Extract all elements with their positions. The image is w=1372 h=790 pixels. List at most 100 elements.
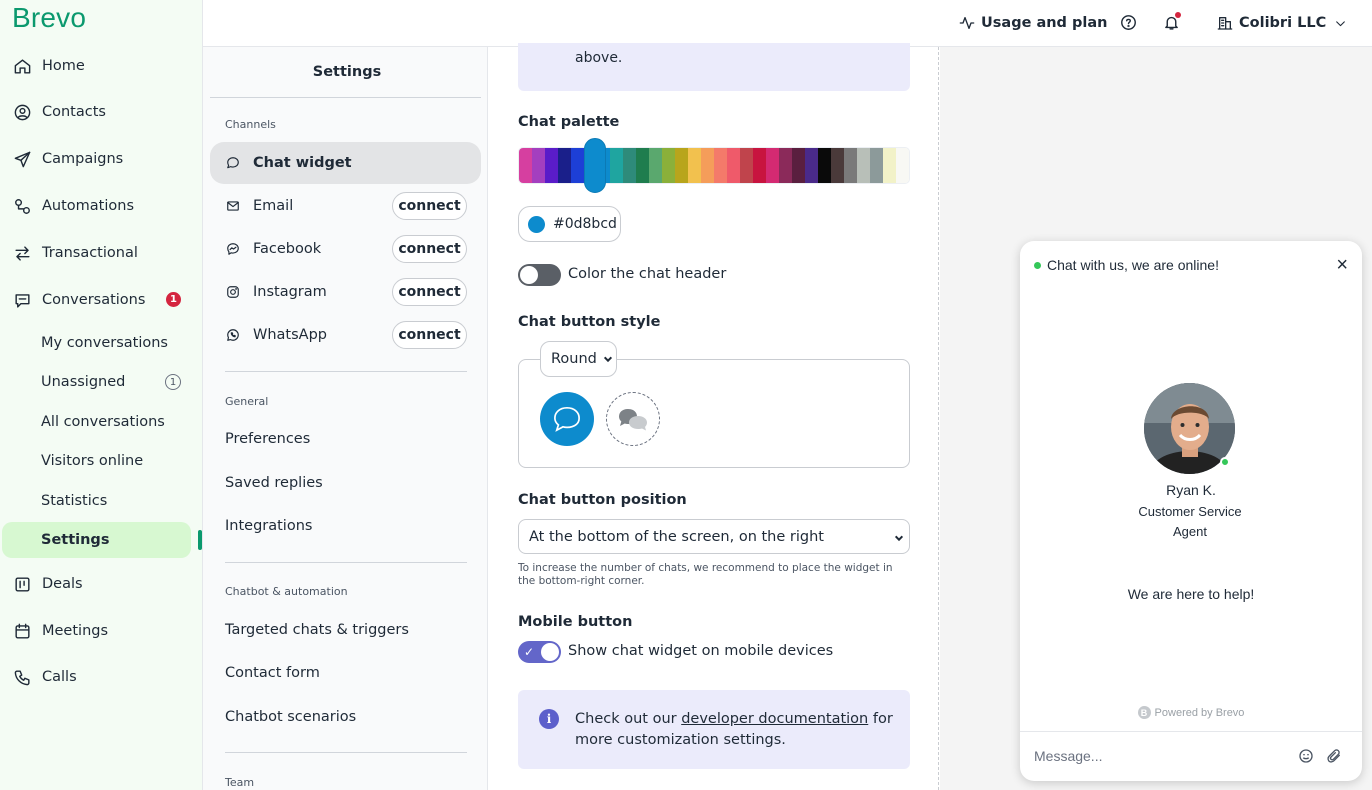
emoji-icon[interactable] xyxy=(1298,748,1314,764)
palette-swatch[interactable] xyxy=(662,148,675,183)
help-icon[interactable] xyxy=(1119,13,1137,31)
nav-label: Campaigns xyxy=(42,151,124,167)
color-header-toggle[interactable] xyxy=(518,264,561,286)
nav-home[interactable]: Home xyxy=(0,48,203,84)
close-icon[interactable]: × xyxy=(1336,255,1348,275)
button-style-value: Round xyxy=(551,351,597,367)
nav-meetings[interactable]: Meetings xyxy=(0,613,203,649)
palette-swatch[interactable] xyxy=(545,148,558,183)
help-text: We are here to help! xyxy=(1127,586,1255,602)
speech-bubble-icon xyxy=(554,406,580,432)
button-style-select[interactable]: Round xyxy=(540,341,617,377)
nav-label: Automations xyxy=(42,198,135,214)
palette-swatch[interactable] xyxy=(623,148,636,183)
nav-contacts[interactable]: Contacts xyxy=(0,94,203,130)
palette-swatch[interactable] xyxy=(532,148,545,183)
palette-swatch[interactable] xyxy=(714,148,727,183)
toggle-knob xyxy=(541,643,559,661)
settings-chatbot-scenarios[interactable]: Chatbot scenarios xyxy=(225,709,356,725)
arrows-icon xyxy=(12,243,32,263)
activity-icon xyxy=(959,17,975,29)
nav-transactional[interactable]: Transactional xyxy=(0,235,203,271)
chatbot-label: Chatbot & automation xyxy=(225,585,348,598)
palette-swatch[interactable] xyxy=(831,148,844,183)
channels-label: Channels xyxy=(225,118,276,131)
button-position-label: Chat button position xyxy=(518,492,687,508)
settings-preferences[interactable]: Preferences xyxy=(225,431,310,447)
nav-my-conversations[interactable]: My conversations xyxy=(0,325,203,361)
settings-saved-replies[interactable]: Saved replies xyxy=(225,475,323,491)
nav-visitors-online[interactable]: Visitors online xyxy=(0,443,203,479)
palette-swatch[interactable] xyxy=(688,148,701,183)
nav-label: Transactional xyxy=(42,245,138,261)
nav-calls[interactable]: Calls xyxy=(0,659,203,695)
palette-swatch[interactable] xyxy=(610,148,623,183)
nav-deals[interactable]: Deals xyxy=(0,566,203,602)
palette-swatch[interactable] xyxy=(779,148,792,183)
palette-swatch[interactable] xyxy=(701,148,714,183)
chat-palette[interactable] xyxy=(518,147,910,184)
palette-swatch[interactable] xyxy=(805,148,818,183)
account-menu[interactable]: Colibri LLC xyxy=(1217,12,1347,34)
palette-swatch[interactable] xyxy=(571,148,584,183)
chat-bubble-icon xyxy=(225,156,240,171)
palette-swatch[interactable] xyxy=(870,148,883,183)
online-dot xyxy=(1034,261,1041,269)
developer-documentation-link[interactable]: developer documentation xyxy=(681,711,868,727)
developer-docs-text: Check out our developer documentation fo… xyxy=(575,709,895,751)
channel-label: Email xyxy=(253,198,294,214)
palette-swatch[interactable] xyxy=(818,148,831,183)
mobile-widget-toggle[interactable]: ✓ xyxy=(518,641,561,663)
chevron-down-icon xyxy=(894,535,904,542)
usage-and-plan-button[interactable]: Usage and plan xyxy=(959,12,1107,34)
notifications-icon[interactable] xyxy=(1162,12,1181,31)
color-hex-value: #0d8bcd xyxy=(553,216,617,232)
nav-campaigns[interactable]: Campaigns xyxy=(0,141,203,177)
chat-button-round-option[interactable] xyxy=(540,392,594,446)
palette-slider-handle[interactable] xyxy=(584,138,606,193)
docs-prefix: Check out our xyxy=(575,711,682,727)
deals-icon xyxy=(12,574,32,594)
palette-swatch[interactable] xyxy=(753,148,766,183)
usage-label: Usage and plan xyxy=(981,15,1108,31)
nav-label: Meetings xyxy=(42,623,109,639)
brevo-logo[interactable]: Brevo xyxy=(12,2,86,34)
nav-all-conversations[interactable]: All conversations xyxy=(0,404,203,440)
channel-chat-widget[interactable]: Chat widget xyxy=(210,142,481,184)
divider xyxy=(225,371,467,372)
palette-swatch[interactable] xyxy=(740,148,753,183)
palette-swatch[interactable] xyxy=(896,148,909,183)
palette-swatch[interactable] xyxy=(857,148,870,183)
palette-swatch[interactable] xyxy=(558,148,571,183)
chat-online-status: Chat with us, we are online! xyxy=(1034,257,1219,273)
chat-button-alt-option[interactable] xyxy=(606,392,660,446)
team-label: Team xyxy=(225,776,255,789)
palette-swatch[interactable] xyxy=(844,148,857,183)
palette-swatch[interactable] xyxy=(636,148,649,183)
channel-label: Instagram xyxy=(253,284,327,300)
paperclip-icon[interactable] xyxy=(1326,747,1342,765)
palette-swatch[interactable] xyxy=(519,148,532,183)
color-hex-input[interactable]: #0d8bcd xyxy=(518,206,621,242)
palette-swatch[interactable] xyxy=(649,148,662,183)
settings-targeted-chats[interactable]: Targeted chats & triggers xyxy=(225,622,409,638)
whatsapp-connect-button[interactable]: connect xyxy=(392,321,467,349)
palette-swatch[interactable] xyxy=(675,148,688,183)
palette-swatch[interactable] xyxy=(727,148,740,183)
settings-integrations[interactable]: Integrations xyxy=(225,518,312,534)
instagram-connect-button[interactable]: connect xyxy=(392,278,467,306)
settings-contact-form[interactable]: Contact form xyxy=(225,665,320,681)
position-hint: To increase the number of chats, we reco… xyxy=(518,562,893,587)
nav-settings[interactable]: Settings xyxy=(2,522,191,558)
palette-swatch[interactable] xyxy=(766,148,779,183)
nav-statistics[interactable]: Statistics xyxy=(0,483,203,519)
palette-swatch[interactable] xyxy=(883,148,896,183)
facebook-connect-button[interactable]: connect xyxy=(392,235,467,263)
palette-swatch[interactable] xyxy=(792,148,805,183)
chat-widget-preview: Chat with us, we are online! × Ryan K. C… xyxy=(1020,241,1362,781)
message-input[interactable]: Message... xyxy=(1034,748,1102,764)
nav-automations[interactable]: Automations xyxy=(0,188,203,224)
email-connect-button[interactable]: connect xyxy=(392,192,467,220)
nav-label: Deals xyxy=(42,576,83,592)
button-position-select[interactable]: At the bottom of the screen, on the righ… xyxy=(518,519,910,554)
